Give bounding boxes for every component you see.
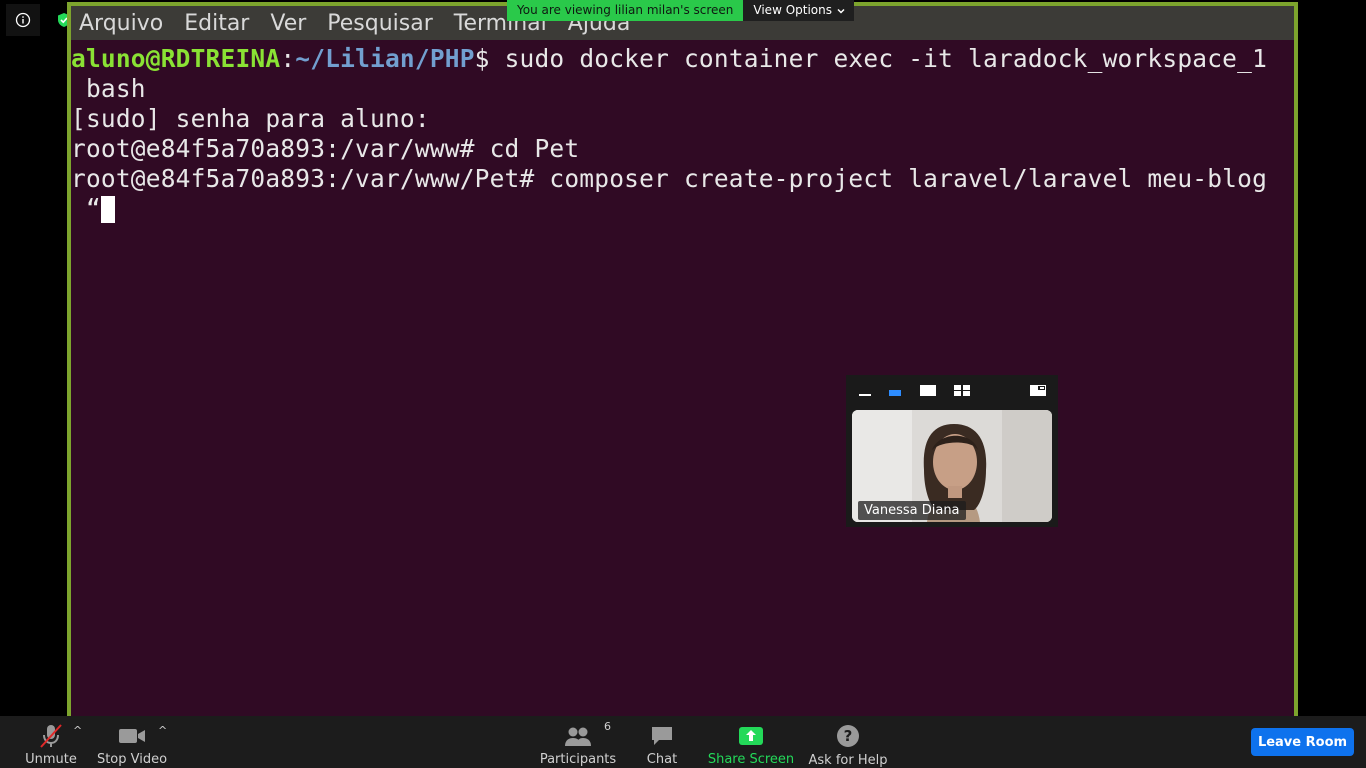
terminal-line: root@e84f5a70a893:/var/www# cd Pet bbox=[71, 134, 580, 163]
ask-for-help-button[interactable]: ? Ask for Help bbox=[808, 716, 888, 768]
prompt-separator: : bbox=[280, 44, 296, 73]
minimize-video-icon[interactable] bbox=[858, 382, 872, 398]
svg-text:?: ? bbox=[844, 727, 853, 745]
audio-options-caret-icon[interactable]: ^ bbox=[73, 724, 82, 737]
participant-name: Vanessa Diana bbox=[858, 501, 966, 520]
share-screen-button[interactable]: Share Screen bbox=[708, 716, 794, 768]
viewing-message: You are viewing lilian milan's screen bbox=[507, 0, 744, 21]
menu-arquivo: Arquivo bbox=[79, 10, 164, 36]
chat-bubble-icon bbox=[652, 727, 672, 745]
leave-room-button[interactable]: Leave Room bbox=[1251, 728, 1354, 756]
meeting-toolbar: Unmute ^ Stop Video ^ Participants 6 Cha… bbox=[0, 716, 1366, 768]
muted-microphone-icon bbox=[40, 724, 62, 748]
participant-video[interactable]: Vanessa Diana bbox=[852, 410, 1052, 522]
participants-icon-wrap bbox=[564, 722, 592, 750]
view-options-button[interactable]: View Options bbox=[743, 0, 854, 21]
terminal-line: root@e84f5a70a893:/var/www/Pet# composer… bbox=[71, 164, 1268, 193]
unmute-icon-wrap bbox=[38, 722, 64, 750]
stop-video-label: Stop Video bbox=[96, 752, 168, 767]
unmute-button[interactable]: Unmute bbox=[24, 716, 78, 768]
terminal-line: [sudo] senha para aluno: bbox=[71, 104, 430, 133]
menu-pesquisar: Pesquisar bbox=[327, 10, 433, 36]
view-options-label: View Options bbox=[753, 3, 832, 17]
prompt-path: ~/Lilian/PHP bbox=[295, 44, 475, 73]
video-options-caret-icon[interactable]: ^ bbox=[158, 724, 167, 737]
info-icon bbox=[15, 12, 31, 28]
terminal-output: aluno@RDTREINA:~/Lilian/PHP$ sudo docker… bbox=[71, 40, 1294, 716]
video-panel: Vanessa Diana bbox=[846, 375, 1058, 527]
video-icon-wrap bbox=[118, 722, 146, 750]
participants-count: 6 bbox=[604, 720, 611, 733]
participants-icon bbox=[565, 727, 591, 746]
share-screen-icon bbox=[739, 727, 763, 745]
chat-icon-wrap bbox=[650, 722, 674, 750]
chevron-down-icon bbox=[837, 8, 845, 14]
meeting-window: Arquivo Editar Ver Pesquisar Terminal Aj… bbox=[0, 0, 1366, 768]
help-icon-wrap: ? bbox=[836, 722, 860, 749]
video-panel-toolbar bbox=[846, 375, 1058, 405]
video-camera-icon bbox=[119, 729, 145, 743]
terminal-line: aluno@RDTREINA:~/Lilian/PHP$ sudo docker… bbox=[71, 44, 1267, 74]
stop-video-button[interactable]: Stop Video bbox=[96, 716, 168, 768]
help-question-icon: ? bbox=[837, 724, 859, 747]
text-cursor bbox=[100, 196, 115, 223]
unmute-label: Unmute bbox=[25, 752, 77, 767]
current-input: “ bbox=[71, 194, 101, 223]
single-video-view-icon[interactable] bbox=[920, 382, 936, 398]
meeting-info-button[interactable] bbox=[6, 4, 40, 36]
gallery-view-icon[interactable] bbox=[954, 382, 970, 398]
share-icon-wrap bbox=[739, 722, 763, 750]
terminal-line: bash bbox=[71, 74, 146, 103]
ask-for-help-label: Ask for Help bbox=[808, 753, 888, 768]
chat-button[interactable]: Chat bbox=[644, 716, 680, 768]
menu-editar: Editar bbox=[184, 10, 250, 36]
chat-label: Chat bbox=[646, 752, 678, 767]
prompt-user: aluno@RDTREINA bbox=[71, 44, 281, 73]
terminal-line: “ bbox=[71, 194, 115, 224]
screen-share-banner: You are viewing lilian milan's screen Vi… bbox=[507, 0, 854, 21]
active-speaker-view-icon[interactable] bbox=[888, 382, 902, 398]
share-screen-label: Share Screen bbox=[707, 752, 795, 767]
menu-ver: Ver bbox=[270, 10, 307, 36]
command-text: $ sudo docker container exec -it laradoc… bbox=[474, 44, 1268, 73]
pop-out-icon[interactable] bbox=[1030, 382, 1046, 398]
participants-label: Participants bbox=[539, 752, 617, 767]
